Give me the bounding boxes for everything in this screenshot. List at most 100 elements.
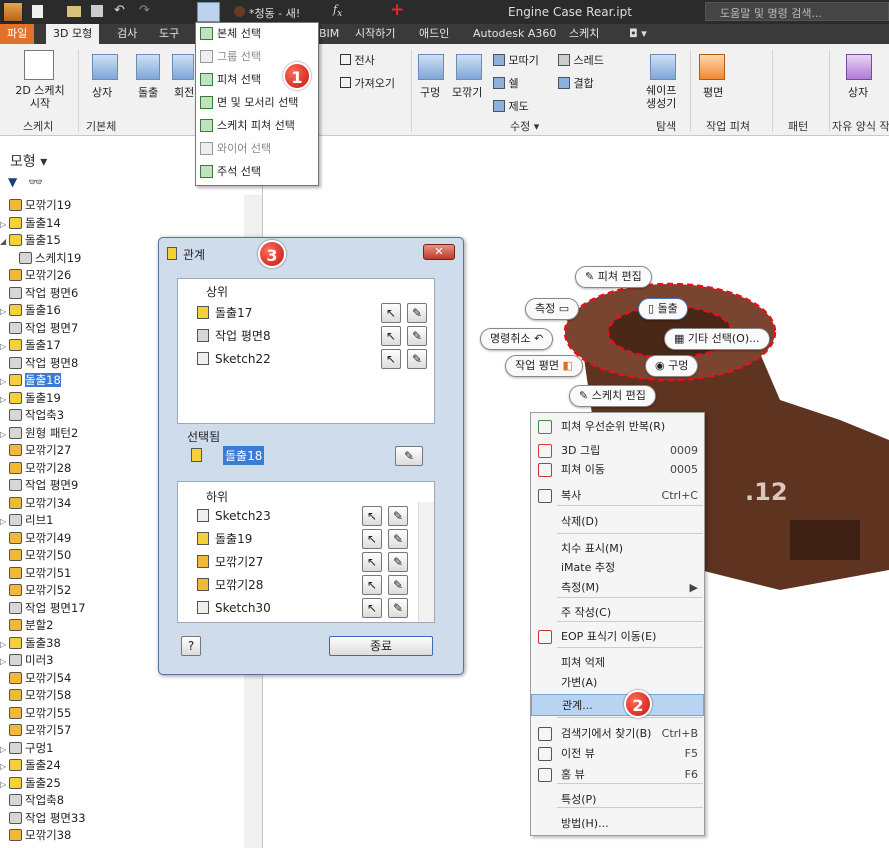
browser-node[interactable]: 모깎기52 (9, 582, 71, 599)
redo-icon[interactable]: ↷ (139, 3, 150, 18)
browser-node[interactable]: ▷ 돌출38 (0, 635, 61, 652)
context-menu-item[interactable]: 가변(A) (531, 672, 704, 694)
mm-edit-feature[interactable]: ✎ 피쳐 편집 (575, 266, 652, 288)
plane-button[interactable]: 평면 (703, 84, 723, 100)
tab-sketch[interactable]: 스케치 (562, 24, 606, 44)
select-in-model-button[interactable]: ↖ (362, 598, 382, 618)
thread-button[interactable]: 스레드 (558, 52, 604, 68)
browser-node[interactable]: ▷ 리브1 (0, 512, 53, 529)
select-mode-button[interactable] (197, 2, 220, 22)
browser-node[interactable]: 모깎기49 (9, 530, 71, 547)
context-menu-item[interactable]: 삭제(D) (531, 511, 704, 533)
open-folder-icon[interactable] (67, 6, 81, 17)
browser-node[interactable]: ▷ 미러3 (0, 652, 53, 669)
start-2d-sketch-button[interactable]: 2D 스케치 시작 (10, 84, 70, 110)
browser-node[interactable]: 작업 평면6 (9, 285, 78, 302)
expand-toggle-icon[interactable]: ▷ (0, 741, 9, 758)
child-row[interactable]: 모깎기28 (197, 574, 263, 596)
browser-node[interactable]: 작업축8 (9, 792, 64, 809)
mm-other-select[interactable]: ▦ 기타 선택(O)... (664, 328, 770, 350)
chamfer-button[interactable]: 모따기 (493, 52, 539, 68)
edit-feature-button[interactable]: ✎ (407, 349, 427, 369)
tab-inspect[interactable]: 검사 (110, 24, 144, 44)
context-menu-item[interactable]: iMate 추정 (531, 557, 704, 579)
find-binoculars-icon[interactable]: 👓 (28, 175, 43, 189)
expand-toggle-icon[interactable]: ▷ (0, 303, 9, 320)
context-menu-item[interactable]: 피쳐 이동 0005 (531, 459, 704, 481)
browser-node[interactable]: 작업축3 (9, 407, 64, 424)
context-menu-item[interactable]: 관계... (531, 694, 704, 716)
browser-node[interactable]: 모깎기51 (9, 565, 71, 582)
expand-toggle-icon[interactable]: ▷ (0, 391, 9, 408)
select-in-model-button[interactable]: ↖ (362, 506, 382, 526)
edit-feature-button[interactable]: ✎ (388, 575, 408, 595)
function-icon[interactable]: fx (333, 3, 342, 19)
parent-row[interactable]: 돌출17 (197, 302, 252, 324)
material-selector[interactable]: *청동 - 새! (249, 5, 300, 21)
help-search-input[interactable]: 도움말 및 명령 검색... (720, 5, 822, 21)
edit-feature-button[interactable]: ✎ (407, 303, 427, 323)
shape-generator-button[interactable]: 쉐이프 생성기 (646, 84, 676, 110)
child-row[interactable]: 돌출19 (197, 528, 252, 550)
child-row[interactable]: Sketch30 (197, 597, 271, 619)
mm-cancel[interactable]: 명령취소 ↶ (480, 328, 554, 350)
browser-node[interactable]: 모깎기38 (9, 827, 71, 844)
mm-work-plane[interactable]: 작업 평면 ◧ (505, 355, 583, 377)
expand-toggle-icon[interactable]: ▷ (0, 653, 9, 670)
context-menu-item[interactable]: 측정(M) ▶ (531, 577, 704, 599)
context-menu-item[interactable]: EOP 표식기 이동(E) (531, 626, 704, 648)
parent-row[interactable]: 작업 평면8 (197, 325, 271, 347)
box-button[interactable]: 상자 (92, 84, 112, 100)
context-menu-item[interactable]: 복사 Ctrl+C (531, 485, 704, 507)
tab-3d-model[interactable]: 3D 모형 (46, 24, 100, 44)
context-menu-item[interactable]: 방법(H)... (531, 813, 704, 835)
browser-node[interactable]: 작업 평면17 (9, 600, 86, 617)
select-faces-edges-item[interactable]: 면 및 모서리 선택 (200, 93, 298, 113)
select-in-model-button[interactable]: ↖ (362, 552, 382, 572)
fillet-button[interactable]: 모깎기 (452, 84, 482, 100)
browser-node[interactable]: ▷ 돌출18 (0, 372, 61, 389)
tab-overflow-icon[interactable]: ◘ ▾ (622, 24, 654, 44)
select-in-model-button[interactable]: ↖ (362, 529, 382, 549)
browser-node[interactable]: 작업 평면33 (9, 810, 86, 827)
select-in-model-button[interactable]: ↖ (381, 326, 401, 346)
dialog-help-button[interactable]: ? (181, 636, 201, 656)
revolve-button[interactable]: 회전 (174, 84, 194, 100)
browser-node[interactable]: ▷ 돌출17 (0, 337, 61, 354)
filter-icon[interactable]: ▼ (8, 175, 17, 189)
expand-toggle-icon[interactable]: ▷ (0, 426, 9, 443)
select-in-model-button[interactable]: ↖ (381, 303, 401, 323)
context-menu-item[interactable]: 피쳐 억제 (531, 652, 704, 674)
browser-node[interactable]: ▷ 돌출16 (0, 302, 61, 319)
browser-node[interactable]: 모깎기55 (9, 705, 71, 722)
undo-icon[interactable]: ↶ (114, 3, 125, 18)
parent-row[interactable]: Sketch22 (197, 348, 271, 370)
app-logo-icon[interactable] (3, 2, 23, 22)
browser-node[interactable]: 모깎기28 (9, 460, 71, 477)
delete-face-button[interactable]: 제도 (493, 98, 529, 114)
edit-feature-button[interactable]: ✎ (388, 529, 408, 549)
browser-node[interactable]: 모깎기27 (9, 442, 71, 459)
browser-node[interactable]: ▷ 구멍1 (0, 740, 53, 757)
dialog-close-action-button[interactable]: 종료 (329, 636, 433, 656)
browser-title[interactable]: 모형 ▾ (10, 151, 47, 171)
dialog-close-button[interactable]: ✕ (423, 244, 455, 260)
edit-feature-button[interactable]: ✎ (407, 326, 427, 346)
browser-node[interactable]: 모깎기57 (9, 722, 71, 739)
mm-edit-sketch[interactable]: ✎ 스케치 편집 (569, 385, 656, 407)
edit-feature-button[interactable]: ✎ (388, 506, 408, 526)
expand-toggle-icon[interactable]: ▷ (0, 758, 9, 775)
browser-node[interactable]: ▷ 원형 패턴2 (0, 425, 78, 442)
browser-node[interactable]: 모깎기19 (9, 197, 71, 214)
browser-node[interactable]: ▷ 돌출25 (0, 775, 61, 792)
select-features-item[interactable]: 피쳐 선택 (200, 70, 261, 90)
browser-node[interactable]: 작업 평면8 (9, 355, 78, 372)
context-menu-item[interactable]: 검색기에서 찾기(B) Ctrl+B (531, 723, 704, 745)
import-button[interactable]: 가져오기 (340, 75, 395, 91)
expand-toggle-icon[interactable]: ◢ (0, 233, 9, 250)
browser-node[interactable]: 모깎기58 (9, 687, 71, 704)
expand-toggle-icon[interactable]: ▷ (0, 776, 9, 793)
browser-node[interactable]: 스케치19 (19, 250, 81, 267)
select-bodies-item[interactable]: 본체 선택 (200, 24, 261, 44)
browser-node[interactable]: ▷ 돌출19 (0, 390, 61, 407)
